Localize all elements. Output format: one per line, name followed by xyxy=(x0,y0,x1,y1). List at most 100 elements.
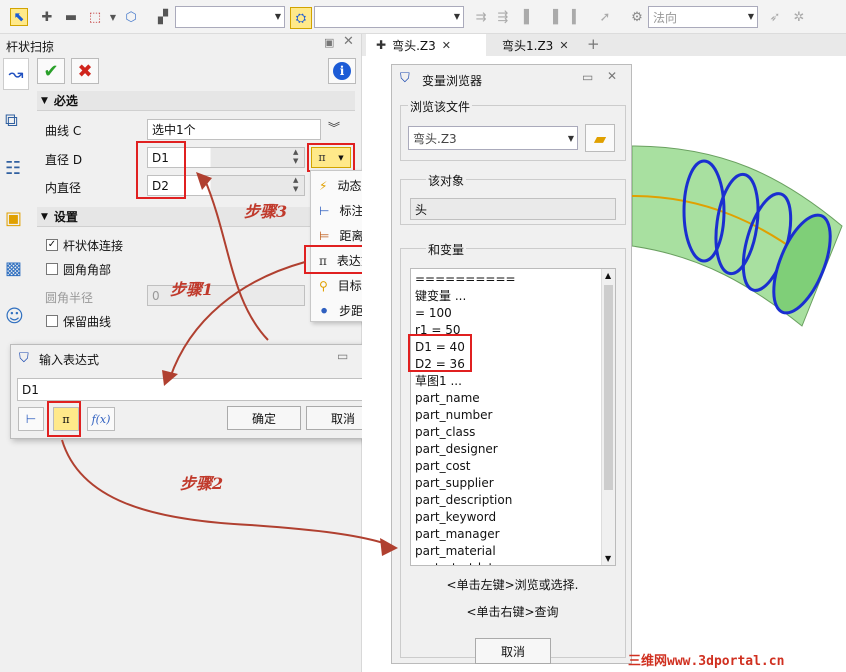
list-scrollbar[interactable]: ▲ ▼ xyxy=(601,269,615,565)
filter-combo[interactable]: ▼ xyxy=(175,6,285,28)
pin-icon[interactable]: ▣ xyxy=(324,36,334,49)
box-select-icon[interactable]: ⬚ xyxy=(86,8,104,26)
chevron-down-icon: ▼ xyxy=(567,134,574,143)
list-item[interactable]: part_manager xyxy=(413,526,599,543)
keep-curve-checkbox[interactable] xyxy=(46,315,58,327)
fillet-radius-label: 圆角半径 xyxy=(45,291,94,305)
highlight-pi-button xyxy=(307,143,355,172)
gear-icon[interactable]: ⚙ xyxy=(628,8,646,26)
close-icon[interactable]: ✕ xyxy=(343,34,354,49)
list-item[interactable]: part_keyword xyxy=(413,509,599,526)
dimension-icon: ⊢ xyxy=(319,203,330,218)
box-icon[interactable]: ▣ xyxy=(5,208,22,229)
user-icon[interactable]: ☺ xyxy=(5,306,24,327)
bar-left-icon[interactable]: ▌ xyxy=(520,8,538,26)
settings-section-header[interactable]: ▼ 设置 xyxy=(37,207,355,227)
file-combo[interactable]: 弯头.Z3 ▼ xyxy=(408,126,578,150)
expression-input-value: D1 xyxy=(22,382,39,397)
minus-icon[interactable]: ▬ xyxy=(62,8,80,26)
filter-icon[interactable]: ▞ xyxy=(154,8,172,26)
direction-combo[interactable]: 法向 ▼ xyxy=(648,6,758,28)
double-chevron-icon[interactable]: ︾ xyxy=(328,119,340,136)
pointer-icon[interactable]: ➚ xyxy=(596,8,614,26)
image-icon[interactable]: ▩ xyxy=(5,258,22,279)
watermark: 三维网www.3dportal.cn xyxy=(628,654,785,669)
inner-diameter-label: 内直径 xyxy=(45,181,82,195)
file-combo-value: 弯头.Z3 xyxy=(413,131,457,146)
align2-icon[interactable]: ⇶ xyxy=(494,8,512,26)
new-tab-plus-icon[interactable]: + xyxy=(587,35,600,53)
inner-diameter-spin[interactable]: ▲ ▼ xyxy=(293,176,298,194)
align-icon[interactable]: ⇉ xyxy=(472,8,490,26)
list-item[interactable]: = 100 xyxy=(413,305,599,322)
tab-label: 弯头.Z3 xyxy=(392,38,436,53)
close-icon[interactable]: ✕ xyxy=(559,39,568,52)
info-button[interactable]: i xyxy=(328,58,356,84)
folder-icon[interactable]: ▰ xyxy=(585,124,615,152)
comment-icon[interactable]: ▭ xyxy=(337,349,348,363)
annotation-step2: 步骤2 xyxy=(180,474,224,493)
step-icon: ⚫ xyxy=(319,303,330,318)
dimension-icon[interactable]: ⊢ xyxy=(18,407,44,431)
select-cursor-icon[interactable]: ⬉ xyxy=(10,8,28,26)
settings-cursor-icon[interactable]: ✲ xyxy=(790,8,808,26)
pick-filter-icon[interactable]: ⛭ xyxy=(290,7,312,29)
bar-mid-icon[interactable]: ▐ xyxy=(544,8,562,26)
list-item[interactable]: part_supplier xyxy=(413,475,599,492)
cube-struct-icon[interactable]: ⧉ xyxy=(5,110,18,131)
cancel-x-button[interactable]: ✖ xyxy=(71,58,99,84)
expression-dialog-title: 输入表达式 xyxy=(39,353,100,367)
distance-icon: ⊨ xyxy=(319,228,330,243)
close-icon[interactable]: ✕ xyxy=(607,69,617,83)
bar-right-icon[interactable]: ▍ xyxy=(568,8,586,26)
variable-list[interactable]: ========== 键变量 ... = 100 r1 = 50 D1 = 40… xyxy=(410,268,616,566)
rod-sweep-icon[interactable]: ↝ xyxy=(3,58,29,90)
diameter-spin[interactable]: ▲ ▼ xyxy=(293,148,298,166)
ok-button[interactable]: ✔ xyxy=(37,58,65,84)
tree-icon[interactable]: ☷ xyxy=(5,158,21,179)
cancel-button[interactable]: 取消 xyxy=(475,638,551,664)
list-item[interactable]: part_description xyxy=(413,492,599,509)
rod-body-connect-label: 杆状体连接 xyxy=(63,239,124,253)
object-field: 头 xyxy=(410,198,616,220)
list-item[interactable]: part_name xyxy=(413,390,599,407)
object-label: 该对象 xyxy=(426,172,467,189)
list-item[interactable]: part_cost xyxy=(413,458,599,475)
function-icon[interactable]: f(x) xyxy=(87,407,115,431)
tab-elbow[interactable]: ✚ 弯头.Z3 ✕ xyxy=(366,34,486,56)
cursor-icon[interactable]: ➶ xyxy=(766,8,784,26)
list-item[interactable]: 键变量 ... xyxy=(413,288,599,305)
scroll-up-icon[interactable]: ▲ xyxy=(605,271,611,280)
required-section-header[interactable]: ▼ 必选 xyxy=(37,91,355,111)
pick-combo[interactable]: ▼ xyxy=(314,6,464,28)
fillet-corner-checkbox[interactable] xyxy=(46,263,58,275)
list-item[interactable]: part_number xyxy=(413,407,599,424)
rod-body-connect-checkbox[interactable]: ✓ xyxy=(46,239,58,251)
list-item[interactable]: ========== xyxy=(413,271,599,288)
tab-elbow1[interactable]: 弯头1.Z3 ✕ xyxy=(492,34,602,56)
list-item[interactable]: part_designer xyxy=(413,441,599,458)
ok-button[interactable]: 确定 xyxy=(227,406,301,430)
fillet-radius-value: 0 xyxy=(152,288,160,303)
top-toolbar: ⬉ ✚ ▬ ⬚ ▼ ⬡ ▞ ▼ ⛭ ▼ ⇉ ⇶ ▌ ▐ ▍ ➚ ⚙ 法向 ▼ ➶ … xyxy=(0,0,846,34)
chevron-down-icon: ▼ xyxy=(453,12,460,21)
lightning-icon: ⚡ xyxy=(319,178,328,193)
annotation-step1: 步骤1 xyxy=(170,280,214,299)
highlight-diameter-fields xyxy=(136,141,186,199)
diameter-label: 直径 D xyxy=(45,153,83,167)
list-item[interactable]: part_class xyxy=(413,424,599,441)
close-icon[interactable]: ✕ xyxy=(442,39,451,52)
chevron-down-icon[interactable]: ▼ xyxy=(104,8,122,26)
plus-icon[interactable]: ✚ xyxy=(38,8,56,26)
curve-label: 曲线 C xyxy=(45,124,82,138)
menu-distance-label: 距离 xyxy=(339,229,364,243)
list-item[interactable]: part_startdate xyxy=(413,560,599,565)
curve-field[interactable]: 选中1个 xyxy=(147,119,321,140)
comment-icon[interactable]: ▭ xyxy=(582,70,593,84)
scroll-down-icon[interactable]: ▼ xyxy=(605,554,611,563)
list-item[interactable]: part_material xyxy=(413,543,599,560)
list-item[interactable]: 草图1 ... xyxy=(413,373,599,390)
scroll-thumb[interactable] xyxy=(604,285,613,490)
hexagon-icon[interactable]: ⬡ xyxy=(122,8,140,26)
expression-input[interactable]: D1 xyxy=(17,378,381,401)
